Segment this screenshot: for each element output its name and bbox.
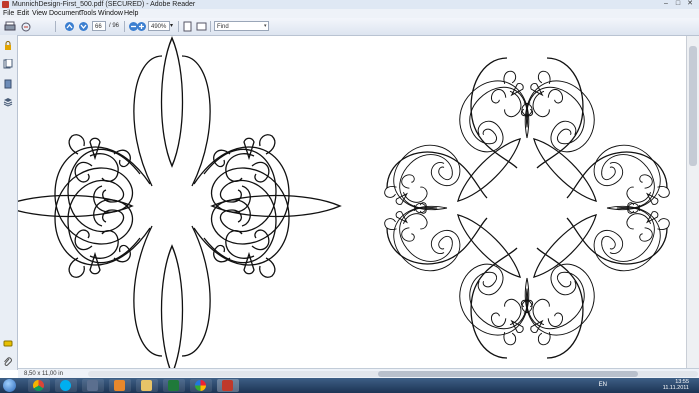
taskbar-picasa[interactable] (190, 379, 212, 392)
skype-icon (60, 380, 71, 391)
clock[interactable]: 13:55 11.11.2011 (663, 379, 689, 391)
document-canvas[interactable] (18, 36, 686, 368)
clock-date: 11.11.2011 (662, 385, 689, 391)
taskbar-excel[interactable] (163, 379, 185, 392)
pages-icon[interactable] (3, 59, 13, 69)
maximize-button[interactable]: □ (673, 0, 683, 8)
zoom-in-icon[interactable] (136, 21, 147, 32)
attachments-icon[interactable] (3, 79, 13, 89)
chrome-icon (33, 380, 44, 391)
taskbar-adobe-reader[interactable] (217, 379, 239, 392)
comment-icon[interactable] (3, 339, 13, 349)
vertical-scroll-thumb[interactable] (689, 46, 697, 166)
window-title: MunnichDesign-First_500.pdf (SECURED) - … (12, 1, 196, 8)
start-button[interactable] (3, 379, 16, 392)
taskbar-file-explorer[interactable] (136, 379, 158, 392)
zoom-field[interactable]: 490% (148, 21, 170, 31)
find-dropdown-icon[interactable]: ▾ (264, 21, 267, 31)
taskbar-skype[interactable] (55, 379, 77, 392)
menu-help[interactable]: Help (124, 9, 138, 18)
app-icon (87, 380, 98, 391)
menu-tools[interactable]: Tools (80, 9, 96, 18)
minimize-button[interactable]: – (661, 0, 671, 8)
adobe-reader-icon (2, 1, 9, 8)
fit-page-icon[interactable] (182, 21, 193, 32)
menu-window[interactable]: Window (98, 9, 123, 18)
toolbar: 66 / 96 490% ▾ Find ▾ (0, 18, 699, 36)
menu-view[interactable]: View (32, 9, 47, 18)
right-motif (375, 57, 679, 359)
vertical-scrollbar[interactable] (686, 36, 699, 368)
language-indicator[interactable]: EN (599, 380, 607, 390)
share-icon[interactable] (20, 21, 32, 32)
window-controls: – □ ✕ (661, 0, 695, 9)
zoom-dropdown-icon[interactable]: ▾ (170, 21, 173, 31)
find-field[interactable]: Find (214, 21, 269, 31)
taskbar: EN 13:55 11.11.2011 (0, 378, 699, 393)
horizontal-scroll-thumb[interactable] (378, 371, 638, 377)
next-page-icon[interactable] (78, 21, 89, 32)
print-icon[interactable] (4, 21, 16, 32)
close-button[interactable]: ✕ (685, 0, 695, 8)
paperclip-icon[interactable] (3, 357, 13, 367)
menu-file[interactable]: File (3, 9, 14, 18)
page-total: / 96 (109, 23, 120, 29)
page-number-field[interactable]: 66 (92, 21, 106, 31)
page-artwork (18, 36, 679, 368)
menu-document[interactable]: Document (49, 9, 81, 18)
adobe-reader-icon (222, 380, 233, 391)
left-motif (18, 36, 342, 368)
taskbar-chrome[interactable] (28, 379, 50, 392)
layers-icon[interactable] (3, 97, 13, 107)
navigation-pane (0, 35, 18, 370)
previous-page-icon[interactable] (64, 21, 75, 32)
fit-width-icon[interactable] (196, 21, 207, 32)
folder-icon (141, 380, 152, 391)
menu-edit[interactable]: Edit (17, 9, 29, 18)
menu-bar: File Edit View Document Tools Window Hel… (0, 9, 699, 18)
title-bar: MunnichDesign-First_500.pdf (SECURED) - … (0, 0, 699, 9)
taskbar-app[interactable] (82, 379, 104, 392)
excel-icon (168, 380, 179, 391)
picasa-icon (195, 380, 206, 391)
horizontal-scrollbar[interactable] (88, 371, 698, 377)
lock-icon[interactable] (3, 41, 13, 51)
media-player-icon (114, 380, 125, 391)
taskbar-media-player[interactable] (109, 379, 131, 392)
